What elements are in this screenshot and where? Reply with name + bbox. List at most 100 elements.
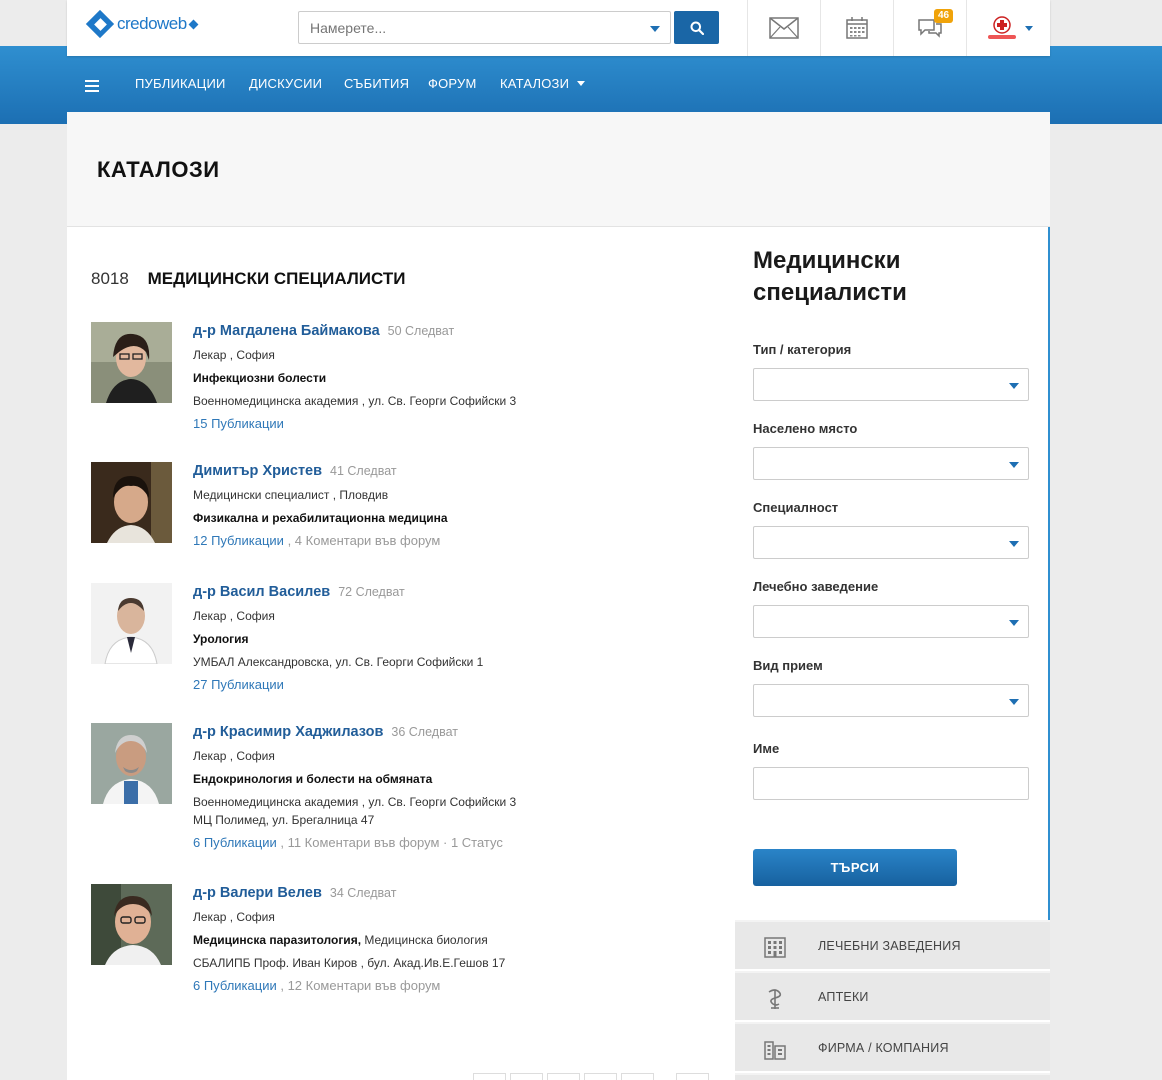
search-input[interactable] (299, 12, 629, 43)
specialty-filter-select[interactable] (753, 526, 1029, 559)
page-button[interactable] (547, 1073, 580, 1080)
avatar[interactable] (91, 322, 172, 403)
avatar[interactable] (91, 583, 172, 664)
nav-catalogs-label: КАТАЛОЗИ (500, 76, 570, 91)
specialist-address: Военномедицинска академия , ул. Св. Геор… (193, 795, 517, 809)
nav-publications[interactable]: ПУБЛИКАЦИИ (135, 76, 226, 91)
profile-caret-icon[interactable] (1024, 25, 1033, 31)
profile-menu[interactable] (966, 0, 1050, 56)
building-grid-icon (764, 937, 786, 958)
nav-events[interactable]: СЪБИТИЯ (344, 76, 409, 91)
publications-link[interactable]: 6 Публикации (193, 835, 277, 850)
publications-link[interactable]: 12 Публикации (193, 533, 284, 548)
forum-comments-link[interactable]: 4 Коментари във форум (295, 533, 441, 548)
specialist-address: СБАЛИПБ Проф. Иван Киров , бул. Акад.Ив.… (193, 956, 506, 970)
page-title: КАТАЛОЗИ (97, 157, 220, 182)
publications-link[interactable]: 6 Публикации (193, 978, 277, 993)
category-pharmacies[interactable]: АПТЕКИ (735, 971, 1050, 1020)
messages-button[interactable] (747, 0, 820, 56)
main-content: 8018 МЕДИЦИНСКИ СПЕЦИАЛИСТИ д-р Магдален… (67, 227, 1050, 1080)
place-filter-select[interactable] (753, 447, 1029, 480)
specialist-specialty: Медицинска паразитология, (193, 933, 362, 947)
search-submit-button[interactable]: ТЪРСИ (753, 849, 957, 886)
specialty-filter-label: Специалност (753, 500, 839, 515)
place-filter-label: Населено място (753, 421, 858, 436)
logo-mark-icon (85, 9, 115, 39)
specialist-specialty-row: Медицинска паразитология, Медицинска био… (193, 932, 713, 948)
type-filter-select[interactable] (753, 368, 1029, 401)
specialist-name[interactable]: д-р Валери Велев (193, 885, 322, 901)
chevron-down-icon (577, 81, 586, 86)
name-filter-input[interactable] (753, 767, 1029, 800)
specialist-links: 27 Публикации (193, 677, 713, 692)
search-dropdown-caret-icon[interactable] (650, 26, 660, 32)
calendar-button[interactable] (820, 0, 893, 56)
specialist-links: 6 Публикации , 12 Коментари във форум (193, 978, 441, 993)
specialist-name[interactable]: д-р Васил Василев (193, 584, 330, 600)
chat-button[interactable]: 46 (893, 0, 966, 56)
category-companies[interactable]: ФИРМА / КОМПАНИЯ (735, 1022, 1050, 1071)
facility-filter-select[interactable] (753, 605, 1029, 638)
followers-count: 72 Следват (338, 585, 405, 599)
specialist-specialty: Физикална и рехабилитационна медицина (193, 511, 448, 525)
category-medical-facilities[interactable]: ЛЕЧЕБНИ ЗАВЕДЕНИЯ (735, 920, 1050, 969)
search-icon (690, 21, 704, 35)
hamburger-menu-icon[interactable] (85, 80, 99, 92)
specialist-address: Военномедицинска академия , ул. Св. Геор… (193, 394, 517, 408)
page-button[interactable] (621, 1073, 654, 1080)
nav-forum[interactable]: ФОРУМ (428, 76, 476, 91)
page-title-band: КАТАЛОЗИ (67, 112, 1050, 227)
specialist-info: д-р Магдалена Баймакова 50 Следват Лекар … (193, 322, 713, 431)
specialist-links: 12 Публикации , 4 Коментари във форум (193, 533, 441, 548)
page-button[interactable] (510, 1073, 543, 1080)
type-filter-label: Тип / категория (753, 342, 852, 357)
specialist-name[interactable]: Димитър Христев (193, 463, 322, 479)
chevron-down-icon (1009, 620, 1019, 626)
page-button[interactable] (584, 1073, 617, 1080)
avatar[interactable] (91, 884, 172, 965)
calendar-icon (846, 17, 868, 39)
page-button[interactable] (676, 1073, 709, 1080)
specialist-info: д-р Валери Велев 34 Следват Лекар , София… (193, 884, 713, 993)
chat-count-badge: 46 (934, 9, 954, 23)
forum-comments-link[interactable]: 11 Коментари във форум (288, 835, 440, 850)
specialist-role: Лекар , София (193, 910, 275, 924)
specialist-info: д-р Васил Василев 72 Следват Лекар , Софи… (193, 583, 713, 692)
followers-count: 34 Следват (329, 886, 397, 900)
specialist-name[interactable]: д-р Красимир Хаджилазов (193, 724, 383, 740)
chevron-down-icon (1009, 541, 1019, 547)
avatar[interactable] (91, 462, 172, 543)
nav-discussions[interactable]: ДИСКУСИИ (249, 76, 322, 91)
search-field[interactable] (298, 11, 671, 44)
publications-link[interactable]: 15 Публикации (193, 416, 284, 431)
followers-count: 36 Следват (391, 725, 458, 739)
nav-catalogs[interactable]: КАТАЛОЗИ (500, 76, 586, 91)
status-link[interactable]: 1 Статус (451, 835, 503, 850)
specialist-info: д-р Красимир Хаджилазов 36 Следват Лекар … (193, 723, 713, 850)
specialist-name[interactable]: д-р Магдалена Баймакова (193, 323, 380, 339)
avatar[interactable] (91, 723, 172, 804)
specialist-role: Лекар , София (193, 348, 275, 362)
reception-filter-select[interactable] (753, 684, 1029, 717)
sidebar-title-line1: Медицински (753, 247, 901, 274)
specialist-links: 15 Публикации (193, 416, 713, 431)
forum-comments-link[interactable]: 12 Коментари във форум (288, 978, 441, 993)
specialist-specialty-extra: Медицинска биология (364, 933, 488, 947)
chevron-down-icon (1009, 462, 1019, 468)
publications-link[interactable]: 27 Публикации (193, 677, 284, 692)
results-count: 8018 (91, 269, 129, 288)
sidebar-title: Медицински специалисти (753, 245, 907, 309)
list-heading: 8018 МЕДИЦИНСКИ СПЕЦИАЛИСТИ (91, 269, 405, 289)
logo-diamond-icon (188, 19, 199, 29)
specialist-address: УМБАЛ Александровска, ул. Св. Георги Соф… (193, 655, 484, 669)
page-button[interactable] (473, 1073, 506, 1080)
category-label: ЛЕЧЕБНИ ЗАВЕДЕНИЯ (818, 939, 961, 953)
search-button[interactable] (674, 11, 719, 44)
category-label: АПТЕКИ (818, 990, 869, 1004)
name-filter-label: Име (753, 741, 780, 756)
category-more[interactable] (735, 1073, 1050, 1080)
reception-filter-label: Вид прием (753, 658, 823, 673)
logo[interactable]: credoweb (85, 6, 199, 42)
specialist-role: Медицински специалист , Пловдив (193, 488, 389, 502)
facility-filter-label: Лечебно заведение (753, 579, 879, 594)
